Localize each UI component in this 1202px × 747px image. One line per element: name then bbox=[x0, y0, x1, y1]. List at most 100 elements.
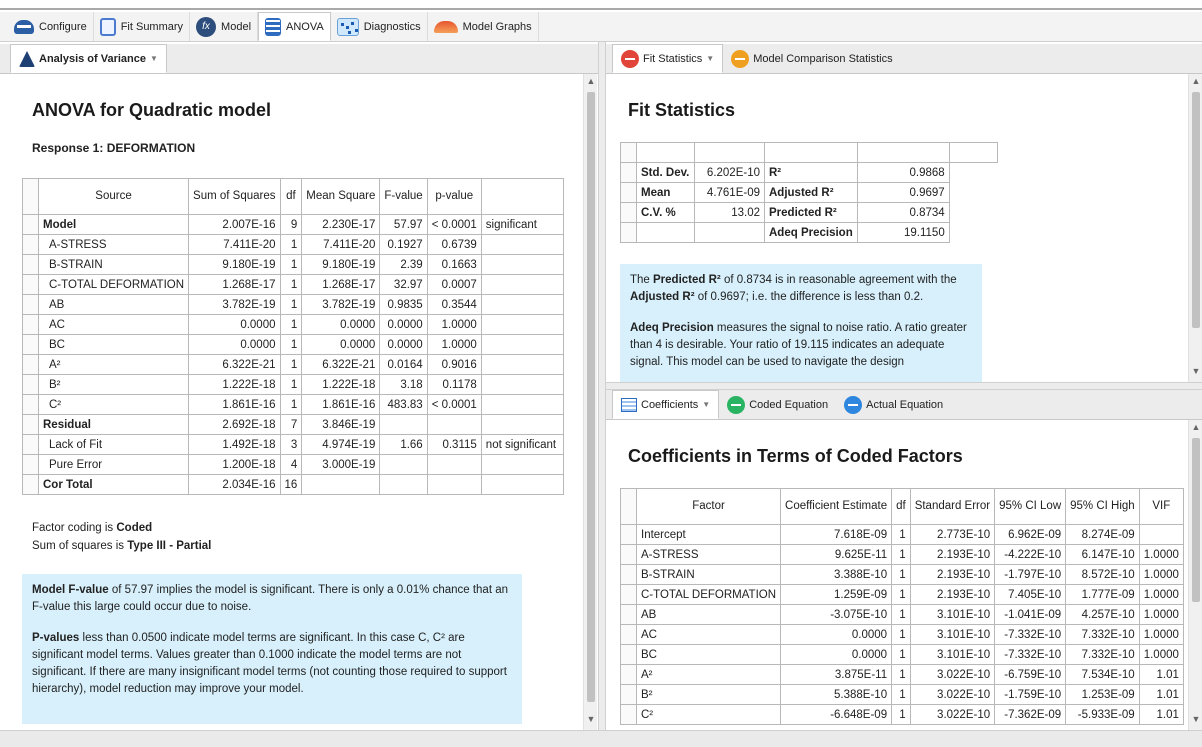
tab-model-graphs[interactable]: Model Graphs bbox=[428, 12, 539, 41]
col-header-source[interactable]: Source bbox=[37, 178, 190, 215]
scroll-down-icon[interactable]: ▼ bbox=[1189, 714, 1202, 724]
tab-actual-equation[interactable]: Actual Equation bbox=[836, 390, 951, 419]
ss-value: Type III - Partial bbox=[127, 540, 212, 552]
row-gutter[interactable] bbox=[22, 454, 39, 475]
tab-configure[interactable]: Configure bbox=[8, 12, 94, 41]
row-gutter[interactable] bbox=[22, 374, 39, 395]
col-header-df[interactable]: df bbox=[891, 488, 911, 525]
row-gutter[interactable] bbox=[620, 604, 637, 625]
row-gutter[interactable] bbox=[22, 474, 39, 495]
scroll-thumb[interactable] bbox=[587, 92, 595, 702]
table-cell: C² bbox=[37, 394, 190, 415]
table-row[interactable]: Residual 2.692E-18 7 3.846E-19 bbox=[22, 414, 564, 435]
table-row[interactable]: A² 6.322E-21 1 6.322E-21 0.0164 0.9016 bbox=[22, 354, 564, 375]
table-row[interactable]: B-STRAIN 9.180E-19 1 9.180E-19 2.39 0.1663 bbox=[22, 254, 564, 275]
row-gutter[interactable] bbox=[22, 294, 39, 315]
col-header-ci-high[interactable]: 95% CI High bbox=[1065, 488, 1140, 525]
table-row[interactable]: B-STRAIN 3.388E-10 1 2.193E-10 -1.797E-10 8.5… bbox=[620, 564, 1184, 585]
col-header-p-value[interactable]: p-value bbox=[426, 178, 482, 215]
row-gutter[interactable] bbox=[620, 524, 637, 545]
row-gutter[interactable] bbox=[22, 354, 39, 375]
table-cell: Pure Error bbox=[37, 454, 190, 475]
table-row[interactable]: A-STRESS 9.625E-11 1 2.193E-10 -4.222E-10 6.1… bbox=[620, 544, 1184, 565]
tab-analysis-of-variance[interactable]: Analysis of Variance ▼ bbox=[10, 44, 167, 73]
table-row[interactable]: C² 1.861E-16 1 1.861E-16 483.83 < 0.0001 bbox=[22, 394, 564, 415]
row-gutter[interactable] bbox=[620, 664, 637, 685]
table-cell: 3.101E-10 bbox=[909, 624, 996, 645]
fit-scrollbar[interactable]: ▲ ▼ bbox=[1188, 74, 1202, 382]
scroll-up-icon[interactable]: ▲ bbox=[1189, 422, 1202, 432]
tab-anova[interactable]: ANOVA bbox=[258, 12, 331, 41]
table-row[interactable]: BC 0.0000 1 3.101E-10 -7.332E-10 7.332E-10 1.0… bbox=[620, 644, 1184, 665]
col-header-standard-error[interactable]: Standard Error bbox=[909, 488, 996, 525]
row-gutter[interactable] bbox=[22, 234, 39, 255]
table-cell: 1.861E-16 bbox=[301, 394, 381, 415]
col-header-factor[interactable]: Factor bbox=[635, 488, 782, 525]
chevron-down-icon[interactable]: ▼ bbox=[702, 400, 710, 409]
coefficients-scrollbar[interactable]: ▲ ▼ bbox=[1188, 420, 1202, 730]
col-header-significance[interactable] bbox=[480, 178, 564, 215]
table-cell: 0.0000 bbox=[301, 334, 381, 355]
row-gutter[interactable] bbox=[620, 704, 637, 725]
table-cell: -1.797E-10 bbox=[994, 564, 1067, 585]
row-gutter[interactable] bbox=[620, 624, 637, 645]
horizontal-splitter[interactable] bbox=[606, 382, 1202, 390]
table-row[interactable]: Lack of Fit 1.492E-18 3 4.974E-19 1.66 0.3115… bbox=[22, 434, 564, 455]
chevron-down-icon[interactable]: ▼ bbox=[706, 54, 714, 63]
row-gutter[interactable] bbox=[22, 434, 39, 455]
row-gutter[interactable] bbox=[22, 414, 39, 435]
table-row[interactable]: Pure Error 1.200E-18 4 3.000E-19 bbox=[22, 454, 564, 475]
table-row[interactable]: AC 0.0000 1 0.0000 0.0000 1.0000 bbox=[22, 314, 564, 335]
row-gutter[interactable] bbox=[22, 394, 39, 415]
table-row[interactable]: BC 0.0000 1 0.0000 0.0000 1.0000 bbox=[22, 334, 564, 355]
col-header-vif[interactable]: VIF bbox=[1138, 488, 1184, 525]
tab-model-comparison-statistics[interactable]: Model Comparison Statistics bbox=[723, 44, 900, 73]
row-gutter[interactable] bbox=[620, 684, 637, 705]
table-row[interactable]: C-TOTAL DEFORMATION 1.268E-17 1 1.268E-17 32… bbox=[22, 274, 564, 295]
col-header-mean-square[interactable]: Mean Square bbox=[301, 178, 381, 215]
scroll-thumb[interactable] bbox=[1192, 92, 1200, 328]
table-row[interactable]: Cor Total 2.034E-16 16 bbox=[22, 474, 564, 495]
vertical-splitter[interactable] bbox=[598, 42, 606, 730]
table-row[interactable]: C² -6.648E-09 1 3.022E-10 -7.362E-09 -5.933E-… bbox=[620, 704, 1184, 725]
table-row[interactable]: A² 3.875E-11 1 3.022E-10 -6.759E-10 7.534E-10… bbox=[620, 664, 1184, 685]
table-row[interactable]: Intercept 7.618E-09 1 2.773E-10 6.962E-09 8.2… bbox=[620, 524, 1184, 545]
tab-diagnostics[interactable]: Diagnostics bbox=[331, 12, 428, 41]
row-gutter[interactable] bbox=[22, 334, 39, 355]
tab-coefficients[interactable]: Coefficients ▼ bbox=[612, 390, 720, 419]
table-row[interactable]: B² 5.388E-10 1 3.022E-10 -1.759E-10 1.253E-09… bbox=[620, 684, 1184, 705]
row-gutter[interactable] bbox=[620, 564, 637, 585]
scroll-down-icon[interactable]: ▼ bbox=[584, 714, 598, 724]
tab-model[interactable]: fx Model bbox=[190, 12, 259, 41]
col-header-sum-of-squares[interactable]: Sum of Squares bbox=[188, 178, 281, 215]
tab-coded-equation[interactable]: Coded Equation bbox=[719, 390, 836, 419]
tab-fit-statistics[interactable]: Fit Statistics ▼ bbox=[612, 44, 724, 73]
table-row[interactable]: AC 0.0000 1 3.101E-10 -7.332E-10 7.332E-10 1.0… bbox=[620, 624, 1184, 645]
table-row[interactable]: C-TOTAL DEFORMATION 1.259E-09 1 2.193E-10 7.… bbox=[620, 584, 1184, 605]
row-gutter[interactable] bbox=[22, 214, 39, 235]
table-row[interactable]: A-STRESS 7.411E-20 1 7.411E-20 0.1927 0.6739 bbox=[22, 234, 564, 255]
row-gutter[interactable] bbox=[22, 254, 39, 275]
chevron-down-icon[interactable]: ▼ bbox=[150, 54, 158, 63]
row-gutter[interactable] bbox=[22, 314, 39, 335]
scroll-thumb[interactable] bbox=[1192, 438, 1200, 602]
scroll-up-icon[interactable]: ▲ bbox=[1189, 76, 1202, 86]
table-row[interactable]: Model 2.007E-16 9 2.230E-17 57.97 < 0.0001 sig… bbox=[22, 214, 564, 235]
row-gutter[interactable] bbox=[620, 644, 637, 665]
table-row[interactable]: B² 1.222E-18 1 1.222E-18 3.18 0.1178 bbox=[22, 374, 564, 395]
row-gutter[interactable] bbox=[620, 584, 637, 605]
col-header-ci-low[interactable]: 95% CI Low bbox=[994, 488, 1067, 525]
scroll-up-icon[interactable]: ▲ bbox=[584, 76, 598, 86]
col-header-df[interactable]: df bbox=[279, 178, 303, 215]
tab-fit-summary[interactable]: Fit Summary bbox=[94, 12, 191, 41]
table-row[interactable]: AB 3.782E-19 1 3.782E-19 0.9835 0.3544 bbox=[22, 294, 564, 315]
row-gutter[interactable] bbox=[620, 544, 637, 565]
table-cell: 1.01 bbox=[1138, 664, 1184, 685]
col-header-coefficient-estimate[interactable]: Coefficient Estimate bbox=[780, 488, 893, 525]
anova-scrollbar[interactable]: ▲ ▼ bbox=[583, 74, 597, 730]
scroll-down-icon[interactable]: ▼ bbox=[1189, 366, 1202, 376]
col-header-f-value[interactable]: F-value bbox=[379, 178, 428, 215]
row-gutter[interactable] bbox=[22, 274, 39, 295]
table-row[interactable]: AB -3.075E-10 1 3.101E-10 -1.041E-09 4.257E-1… bbox=[620, 604, 1184, 625]
coef-pane-tabs: Coefficients ▼ Coded Equation Actual Equ… bbox=[606, 390, 1202, 420]
